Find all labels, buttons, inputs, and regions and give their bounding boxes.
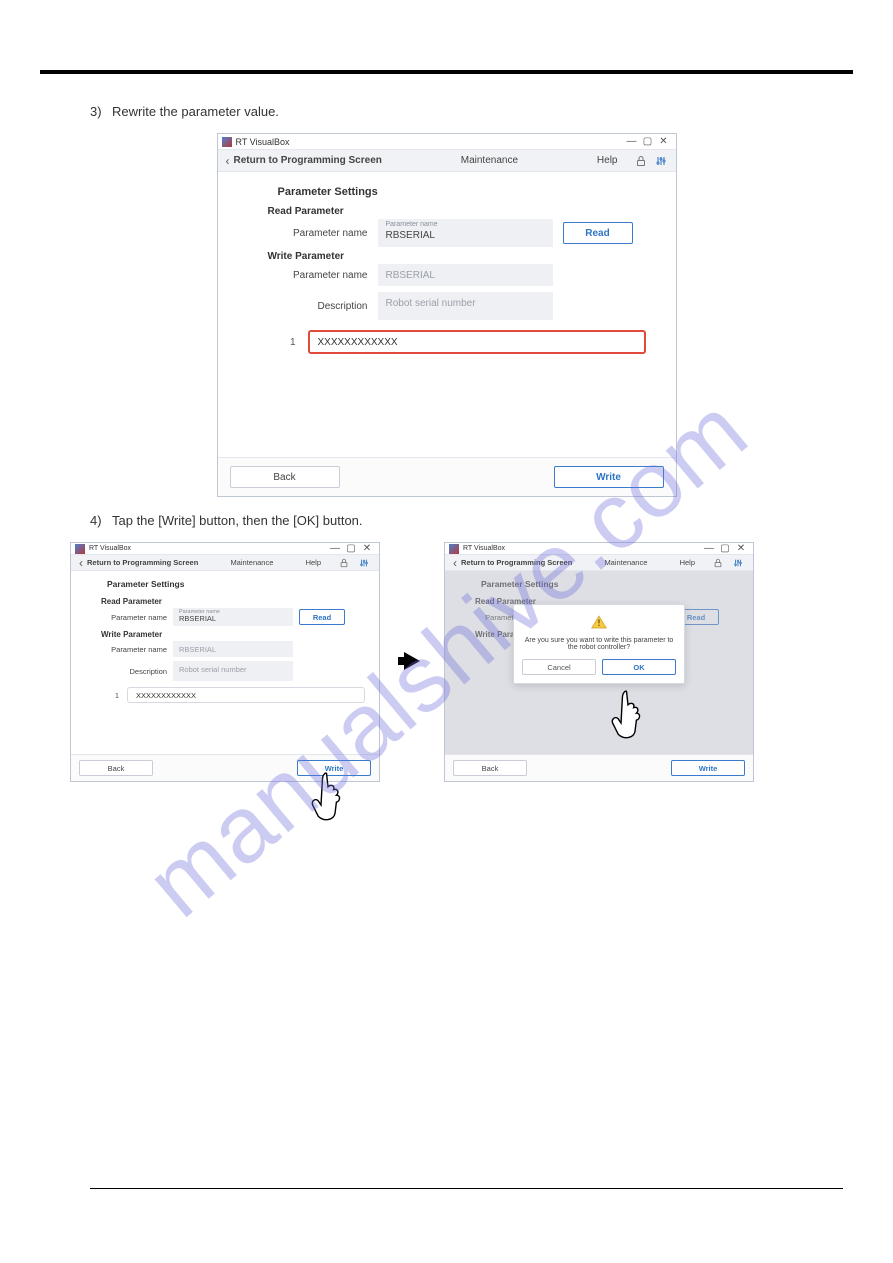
content-area-2: Parameter Settings Read Parameter Parame… (71, 571, 379, 754)
ok-button[interactable]: OK (602, 659, 676, 675)
value-index: 1 (278, 337, 308, 348)
window-title-2: RT VisualBox (89, 545, 327, 552)
help-link-2[interactable]: Help (306, 558, 321, 567)
maximize-button[interactable]: ▢ (640, 136, 656, 147)
back-link-2[interactable]: Return to Programming Screen (87, 558, 198, 567)
titlebar-3: RT VisualBox — ▢ ✕ (445, 543, 753, 555)
settings-icon[interactable] (357, 556, 371, 570)
settings-icon[interactable] (654, 154, 668, 168)
modal-message: Are you sure you want to write this para… (522, 637, 676, 651)
description-label-2: Description (107, 667, 173, 676)
close-button[interactable]: ✕ (656, 136, 672, 147)
parameter-value-input[interactable] (308, 330, 646, 354)
warning-icon (591, 615, 607, 629)
write-param-name-field-2: RBSERIAL (173, 641, 293, 657)
help-link[interactable]: Help (597, 155, 618, 166)
titlebar: RT VisualBox — ▢ ✕ (218, 134, 676, 150)
step-4-text: 4)4) Tap the [Write] button, then the [O… (90, 513, 853, 528)
app-logo-icon (222, 137, 232, 147)
minimize-button[interactable]: — (701, 543, 717, 554)
top-rule (40, 70, 853, 74)
step-3-text: 3)3) Rewrite the parameter value.Rewrite… (90, 104, 853, 119)
write-button-3[interactable]: Write (671, 760, 745, 776)
write-button[interactable]: Write (554, 466, 664, 488)
main-window: RT VisualBox — ▢ ✕ ‹ Return to Programmi… (217, 133, 677, 497)
write-param-name-label-2: Parameter name (107, 645, 173, 654)
titlebar-2: RT VisualBox — ▢ ✕ (71, 543, 379, 555)
close-button[interactable]: ✕ (359, 543, 375, 554)
cancel-button[interactable]: Cancel (522, 659, 596, 675)
chevron-left-icon[interactable]: ‹ (79, 556, 83, 570)
parameter-value-input-2[interactable] (127, 687, 365, 703)
app-logo-icon (449, 544, 459, 554)
back-button-2[interactable]: Back (79, 760, 153, 776)
param-name-tiny-label: Parameter name (386, 221, 438, 228)
maximize-button[interactable]: ▢ (343, 543, 359, 554)
write-parameter-heading: Write Parameter (268, 251, 646, 262)
description-field-2: Robot serial number (173, 661, 293, 681)
description-label: Description (278, 301, 378, 312)
write-button-2[interactable]: Write (297, 760, 371, 776)
content-area: Parameter Settings Read Parameter Parame… (218, 172, 676, 457)
window-footer: Back Write (218, 457, 676, 496)
read-parameter-heading-2: Read Parameter (101, 597, 365, 606)
window-title: RT VisualBox (236, 137, 624, 147)
lock-icon[interactable] (634, 154, 648, 168)
window-pair: RT VisualBox — ▢ ✕ ‹ Return to Programmi… (70, 542, 853, 782)
maximize-button[interactable]: ▢ (717, 543, 733, 554)
minimize-button[interactable]: — (327, 543, 343, 554)
chevron-left-icon[interactable]: ‹ (226, 154, 230, 168)
section-title-2: Parameter Settings (107, 579, 365, 589)
close-button[interactable]: ✕ (733, 543, 749, 554)
window-footer-3: Back Write (445, 754, 753, 781)
write-parameter-heading-2: Write Parameter (101, 630, 365, 639)
page-title-2: Maintenance (198, 558, 305, 567)
value-index-2: 1 (107, 691, 127, 700)
confirm-modal: Are you sure you want to write this para… (513, 604, 685, 684)
minimize-button[interactable]: — (624, 136, 640, 147)
arrow-column (398, 652, 426, 670)
app-logo-icon (75, 544, 85, 554)
header-bar: ‹ Return to Programming Screen Maintenan… (218, 150, 676, 172)
param-name-tiny-2: Parameter name (179, 609, 220, 615)
left-window: RT VisualBox — ▢ ✕ ‹ Return to Programmi… (70, 542, 380, 782)
section-title: Parameter Settings (278, 186, 646, 198)
read-button[interactable]: Read (563, 222, 633, 244)
content-area-3: Parameter Settings Read Parameter Parame… (445, 571, 753, 754)
read-parameter-heading: Read Parameter (268, 206, 646, 217)
write-param-name-label: Parameter name (278, 270, 378, 281)
read-button-2[interactable]: Read (299, 609, 345, 625)
lock-icon[interactable] (711, 556, 725, 570)
help-link-3[interactable]: Help (680, 558, 695, 567)
settings-icon[interactable] (731, 556, 745, 570)
page-title-3: Maintenance (572, 558, 679, 567)
param-name-label: Parameter name (278, 228, 378, 239)
chevron-left-icon[interactable]: ‹ (453, 556, 457, 570)
header-bar-3: ‹ Return to Programming Screen Maintenan… (445, 555, 753, 571)
window-title-3: RT VisualBox (463, 545, 701, 552)
header-bar-2: ‹ Return to Programming Screen Maintenan… (71, 555, 379, 571)
back-link[interactable]: Return to Programming Screen (234, 155, 382, 166)
page-title: Maintenance (382, 155, 597, 166)
right-window: RT VisualBox — ▢ ✕ ‹ Return to Programmi… (444, 542, 754, 782)
back-button-3[interactable]: Back (453, 760, 527, 776)
back-link-3[interactable]: Return to Programming Screen (461, 558, 572, 567)
description-field: Robot serial number (378, 292, 553, 320)
arrow-right-icon (404, 652, 420, 670)
param-name-label-2: Parameter name (107, 613, 173, 622)
lock-icon[interactable] (337, 556, 351, 570)
window-footer-2: Back Write (71, 754, 379, 781)
bottom-rule (90, 1188, 843, 1189)
write-param-name-field: RBSERIAL (378, 264, 553, 286)
back-button[interactable]: Back (230, 466, 340, 488)
